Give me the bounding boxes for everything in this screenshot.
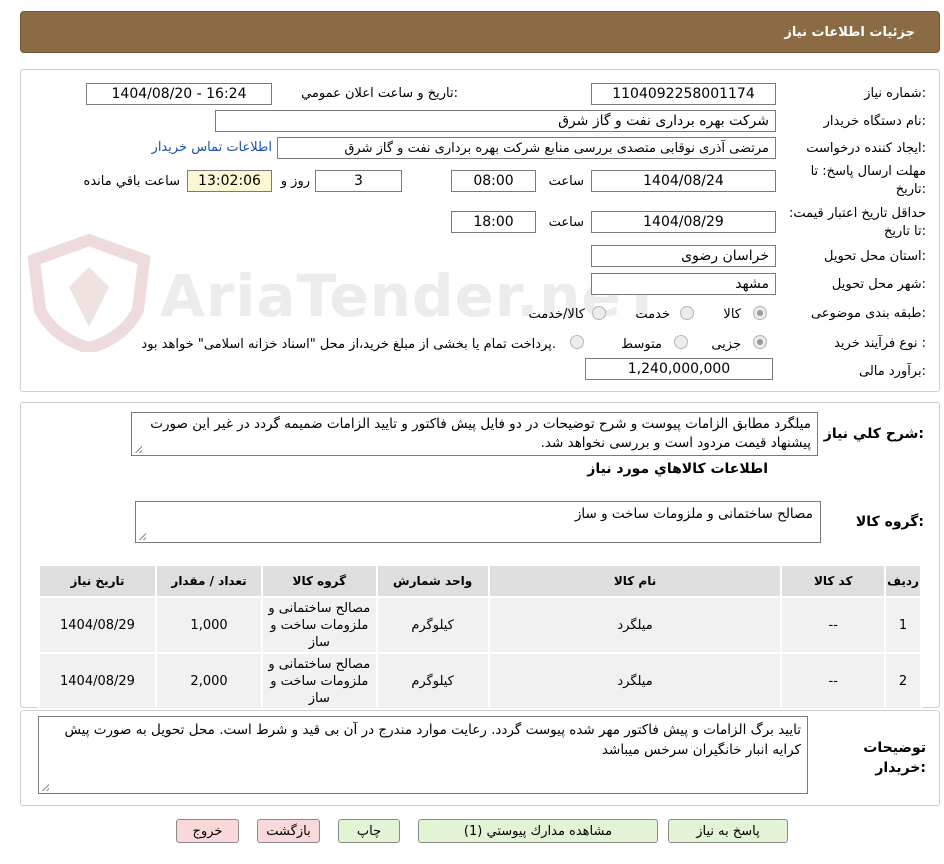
watermark-text: AriaTender.neT (160, 262, 663, 330)
cell-goods-name: میلگرد (487, 596, 783, 654)
description-textarea[interactable]: میلگرد مطابق الزامات پیوست و شرح توضیحات… (131, 412, 818, 456)
reply-deadline-date: 1404/08/24 (591, 170, 776, 192)
reply-deadline-label: مهلت ارسال پاسخ: تا تاریخ: (810, 164, 926, 197)
cell-quantity: 2,000 (154, 652, 264, 710)
category-label: طبقه بندی موضوعی: (810, 306, 926, 321)
treasury-payment-checkbox[interactable] (570, 335, 584, 349)
requester-field: مرتضی آذری نوقابی متصدی بررسی منابع شرکت… (277, 137, 776, 159)
process-radio-minor[interactable] (753, 335, 767, 349)
days-label: روز و (280, 174, 310, 189)
cell-row-number: 2 (884, 652, 922, 710)
province-field: خراسان رضوی (591, 245, 776, 267)
announce-datetime-label: تاریخ و ساعت اعلان عمومي: (301, 86, 458, 101)
column-header-goods-group: گروه کالا (261, 564, 378, 598)
page-header: جزئیات اطلاعات نیاز (20, 11, 940, 53)
back-button[interactable]: بازگشت (257, 819, 320, 843)
cell-quantity: 1,000 (154, 596, 264, 654)
view-attachments-button[interactable]: مشاهده مدارك پیوستي (1) (418, 819, 658, 843)
category-option-goods-service: کالا/خدمت (528, 307, 585, 322)
resize-grip-icon[interactable] (138, 532, 146, 540)
city-label: شهر محل تحویل: (831, 277, 926, 292)
buyer-contact-link[interactable]: اطلاعات تماس خریدار (152, 140, 272, 155)
column-header-unit: واحد شمارش (375, 564, 490, 598)
goods-group-text: مصالح ساختمانی و ملزومات ساخت و ساز (574, 506, 813, 522)
city-field: مشهد (591, 273, 776, 295)
column-header-quantity: تعداد / مقدار (154, 564, 264, 598)
purchase-process-label: نوع فرآیند خرید : (834, 336, 926, 351)
description-label: شرح کلي نیاز: (823, 426, 924, 442)
column-header-row: ردیف (884, 564, 922, 598)
cell-goods-code: -- (780, 652, 887, 710)
requester-label: ایجاد کننده درخواست: (806, 141, 926, 156)
need-number-label: شماره نیاز: (864, 86, 926, 101)
province-label: استان محل تحویل: (824, 249, 926, 264)
remaining-time-label: ساعت باقي مانده (83, 174, 180, 189)
exit-button[interactable]: خروج (176, 819, 239, 843)
category-radio-goods[interactable] (753, 306, 767, 320)
remaining-time-field: 13:02:06 (187, 170, 272, 192)
column-header-goods-code: کد کالا (780, 564, 887, 598)
estimate-label: برآورد مالی: (859, 364, 926, 379)
category-radio-goods-service[interactable] (592, 306, 606, 320)
buyer-notes-textarea[interactable]: تایید برگ الزامات و پیش فاکتور مهر شده پ… (38, 716, 808, 794)
price-validity-time-label: ساعت (548, 215, 584, 230)
buyer-notes-label: توضیحات خریدار: (863, 740, 926, 776)
table-header-row: تاریخ نیاز تعداد / مقدار گروه کالا واحد … (38, 564, 922, 598)
cell-goods-group: مصالح ساختمانی و ملزومات ساخت و ساز (261, 652, 378, 710)
resize-grip-icon[interactable] (41, 783, 49, 791)
process-option-medium: متوسط (621, 337, 662, 352)
cell-goods-code: -- (780, 596, 887, 654)
reply-time-label: ساعت (548, 174, 584, 189)
goods-table: تاریخ نیاز تعداد / مقدار گروه کالا واحد … (38, 564, 922, 710)
reply-deadline-time: 08:00 (451, 170, 536, 192)
price-validity-date: 1404/08/29 (591, 211, 776, 233)
page-title: جزئیات اطلاعات نیاز (784, 24, 915, 40)
buyer-notes-text: تایید برگ الزامات و پیش فاکتور مهر شده پ… (64, 722, 801, 758)
remaining-days-field: 3 (315, 170, 402, 192)
table-row: 1404/08/29 1,000 مصالح ساختمانی و ملزوما… (38, 596, 922, 654)
price-validity-label: حداقل تاریخ اعتبار قیمت: تا تاریخ: (788, 206, 926, 239)
need-number-field: 1104092258001174 (591, 83, 776, 105)
process-radio-medium[interactable] (674, 335, 688, 349)
print-button[interactable]: چاپ (338, 819, 400, 843)
cell-need-date: 1404/08/29 (38, 652, 157, 710)
cell-unit: کیلوگرم (375, 652, 490, 710)
cell-goods-name: میلگرد (487, 652, 783, 710)
description-text: میلگرد مطابق الزامات پیوست و شرح توضیحات… (150, 416, 811, 451)
column-header-goods-name: نام کالا (487, 564, 783, 598)
announce-datetime-field: 1404/08/20 - 16:24 (86, 83, 272, 105)
resize-grip-icon[interactable] (134, 445, 142, 453)
category-option-goods: کالا (723, 307, 741, 322)
cell-goods-group: مصالح ساختمانی و ملزومات ساخت و ساز (261, 596, 378, 654)
treasury-payment-note: پرداخت تمام یا بخشی از مبلغ خرید،از محل … (141, 337, 556, 352)
goods-group-textarea[interactable]: مصالح ساختمانی و ملزومات ساخت و ساز (135, 501, 821, 543)
estimate-field: 1,240,000,000 (585, 358, 773, 380)
goods-group-label: گروه کالا: (855, 514, 924, 530)
watermark-shield-icon (14, 232, 164, 355)
category-radio-service[interactable] (680, 306, 694, 320)
goods-section-title: اطلاعات کالاهاي مورد نیاز (587, 461, 768, 477)
price-validity-time: 18:00 (451, 211, 536, 233)
cell-need-date: 1404/08/29 (38, 596, 157, 654)
cell-unit: کیلوگرم (375, 596, 490, 654)
reply-button[interactable]: پاسخ به نیاز (668, 819, 788, 843)
column-header-need-date: تاریخ نیاز (38, 564, 157, 598)
buyer-org-label: نام دستگاه خریدار: (823, 114, 926, 129)
cell-row-number: 1 (884, 596, 922, 654)
category-option-service: خدمت (635, 307, 670, 322)
table-row: 1404/08/29 2,000 مصالح ساختمانی و ملزوما… (38, 652, 922, 710)
buyer-org-field: شرکت بهره برداری نفت و گاز شرق (215, 110, 776, 132)
process-option-minor: جزیی (711, 337, 741, 352)
